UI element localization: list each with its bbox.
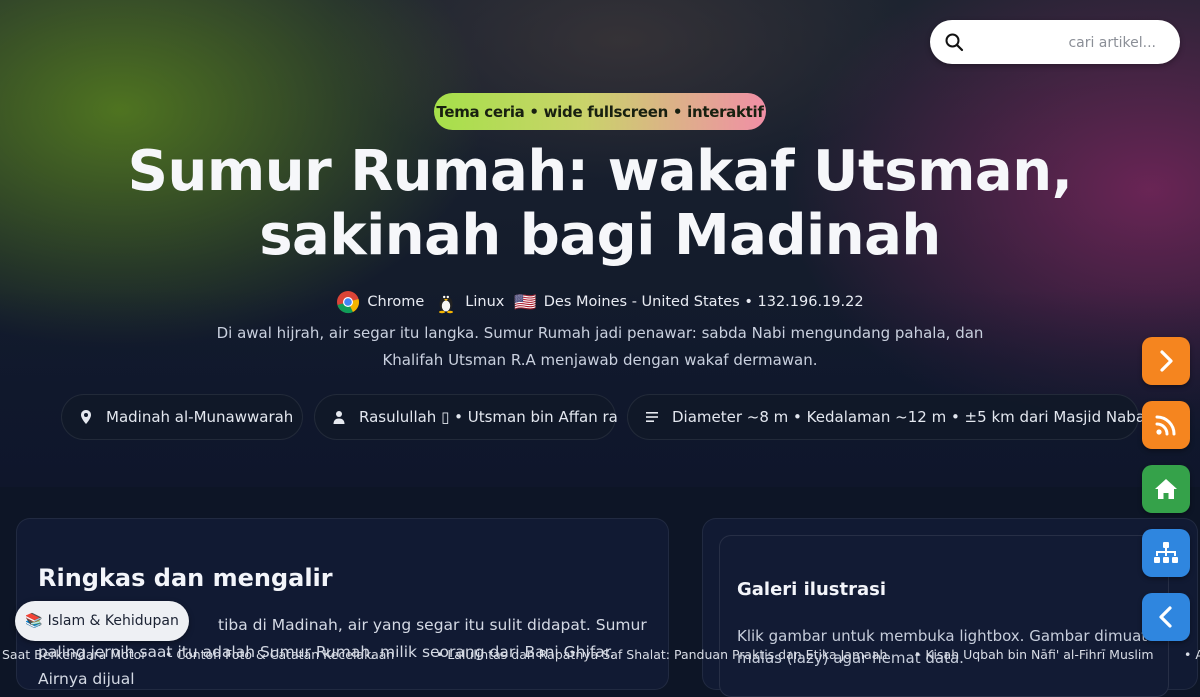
person-icon [333, 411, 345, 424]
next-icon [1160, 350, 1173, 372]
category-label: Islam & Kehidupan [47, 613, 179, 629]
theme-badge: Tema ceria • wide fullscreen • interakti… [434, 93, 766, 130]
chip-people: Rasulullah ▯ • Utsman bin Affan ra [314, 394, 618, 440]
chrome-icon [337, 291, 360, 314]
books-icon: 📚 [25, 613, 43, 629]
search-icon[interactable] [944, 32, 964, 52]
rss-button[interactable] [1142, 401, 1190, 449]
ticker-item[interactable]: • Lalulintas dan Rapatnya Saf Shalat: Pa… [436, 647, 887, 662]
rss-icon [1155, 415, 1176, 436]
chip-dimensions: Diameter ~8 m • Kedalaman ~12 m • ±5 km … [627, 394, 1161, 440]
browser-label: Chrome [367, 294, 425, 310]
search-box[interactable] [930, 20, 1180, 64]
ticker-item[interactable]: • Kisah Uqbah bin Nāfi' al-Fihrī Muslim [914, 647, 1154, 662]
chip-people-label: Rasulullah ▯ • Utsman bin Affan ra [359, 408, 618, 426]
hero-description: Di awal hijrah, air segar itu langka. Su… [216, 324, 984, 369]
list-icon [646, 412, 658, 422]
sitemap-button[interactable] [1142, 529, 1190, 577]
gallery-title: Galeri ilustrasi [737, 579, 886, 600]
chip-place: Madinah al-Munawwarah [61, 394, 303, 440]
chip-place-label: Madinah al-Munawwarah [106, 408, 294, 426]
location-label: Des Moines - United States • 132.196.19.… [543, 294, 864, 310]
category-button[interactable]: 📚 Islam & Kehidupan [15, 601, 189, 641]
back-button[interactable] [1142, 593, 1190, 641]
back-icon [1159, 606, 1172, 628]
flag-icon: 🇺🇸 [514, 291, 537, 313]
search-input[interactable] [974, 28, 1158, 58]
ticker-item[interactable]: • A [1184, 647, 1200, 662]
page-title: Sumur Rumah: wakaf Utsman, sakinah bagi … [127, 139, 1073, 268]
sitemap-icon [1154, 542, 1178, 563]
linux-icon [439, 295, 454, 314]
ticker-item[interactable]: • Contoh Foto & Catatan Kecelakaan [165, 647, 394, 662]
news-ticker: Saat Berkendara Motor • Contoh Foto & Ca… [0, 645, 1200, 667]
location-pin-icon [81, 410, 91, 424]
home-button[interactable] [1142, 465, 1190, 513]
hero-section: Tema ceria • wide fullscreen • interakti… [0, 0, 1200, 487]
summary-title: Ringkas dan mengalir [38, 564, 333, 592]
chip-dimensions-label: Diameter ~8 m • Kedalaman ~12 m • ±5 km … [672, 408, 1162, 426]
visitor-meta: Chrome Linux 🇺🇸 Des Moines - United Stat… [0, 290, 1200, 314]
os-label: Linux [465, 294, 505, 310]
gallery-panel: Galeri ilustrasi Klik gambar untuk membu… [719, 535, 1169, 697]
next-button[interactable] [1142, 337, 1190, 385]
ticker-item[interactable]: Saat Berkendara Motor [2, 647, 146, 662]
home-icon [1155, 479, 1177, 499]
